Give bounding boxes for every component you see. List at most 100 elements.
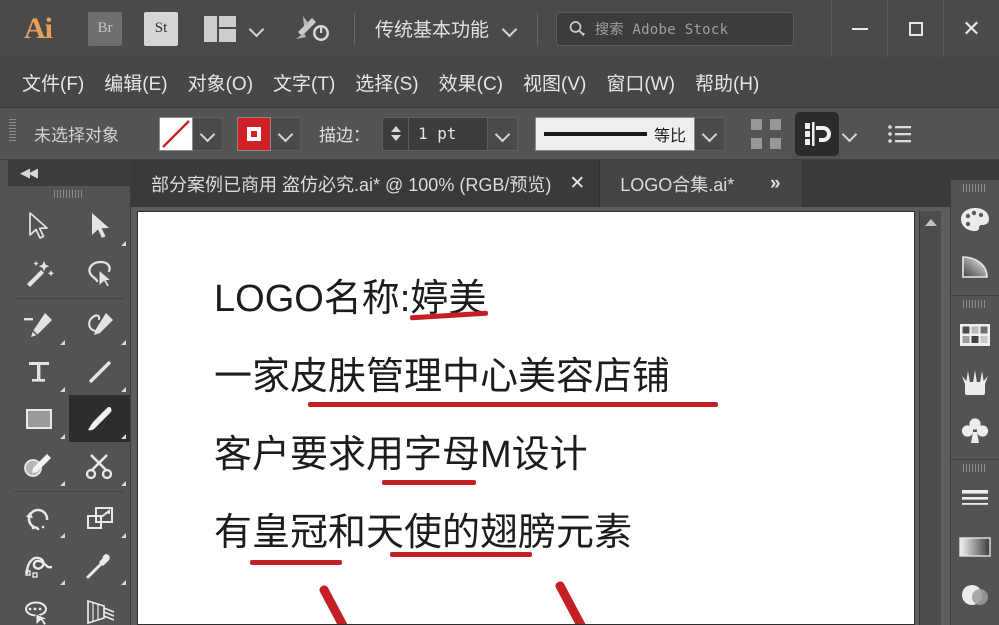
- panel-options-icon[interactable]: [887, 123, 913, 145]
- selection-tool[interactable]: [8, 202, 69, 249]
- stroke-panel-icon[interactable]: [951, 475, 999, 523]
- artboard-text-line-3[interactable]: 客户要求用字母M设计: [214, 423, 588, 478]
- underline-crown[interactable]: [250, 560, 342, 565]
- perspective-grid-tool[interactable]: [69, 588, 130, 625]
- align-to-selection-button[interactable]: [795, 111, 839, 156]
- tab-overflow-button[interactable]: »: [748, 160, 803, 207]
- tools-divider-1: [14, 298, 124, 299]
- document-tab-active[interactable]: 部分案例已商用 盗仿必究.ai* @ 100% (RGB/预览) ✕: [131, 160, 600, 207]
- close-button[interactable]: ✕: [943, 0, 999, 57]
- gradient-panel-icon[interactable]: [951, 243, 999, 291]
- flyout-indicator: [60, 481, 65, 486]
- menu-item-object[interactable]: 对象(O): [178, 69, 263, 96]
- search-input[interactable]: 搜索 Adobe Stock: [595, 19, 728, 39]
- symbols-panel-icon[interactable]: [951, 407, 999, 455]
- stroke-swatch[interactable]: [237, 116, 271, 151]
- brush-dropdown-button[interactable]: [695, 116, 725, 151]
- document-tab-title: 部分案例已商用 盗仿必究.ai* @ 100% (RGB/预览): [151, 174, 552, 195]
- brushes-panel-icon[interactable]: [951, 359, 999, 407]
- fill-dropdown-button[interactable]: [193, 116, 223, 151]
- arrange-chevron-down-icon[interactable]: [246, 18, 268, 40]
- color-panel-icon[interactable]: [951, 195, 999, 243]
- magic-wand-tool[interactable]: [8, 249, 69, 296]
- tools-panel-grip[interactable]: [8, 186, 130, 202]
- artboard[interactable]: LOGO名称:婷美 一家皮肤管理中心美容店铺 客户要求用字母M设计 有皇冠和天使…: [137, 211, 915, 625]
- stroke-weight-stepper[interactable]: [382, 116, 408, 151]
- workspace-selector-label[interactable]: 传统基本功能: [375, 15, 489, 42]
- bridge-icon[interactable]: Br: [88, 11, 122, 46]
- gradient-strip-icon[interactable]: [951, 523, 999, 571]
- arrange-documents-icon[interactable]: [204, 15, 236, 42]
- search-icon: [567, 19, 587, 39]
- right-dock-panel: [950, 180, 999, 625]
- canvas-vertical-scrollbar[interactable]: [919, 211, 941, 625]
- tools-divider-2: [14, 491, 124, 492]
- dock-grip-2[interactable]: [951, 296, 999, 311]
- flyout-indicator: [121, 387, 126, 392]
- close-icon[interactable]: ✕: [569, 172, 585, 195]
- menu-item-file[interactable]: 文件(F): [12, 69, 94, 96]
- underline-letter-m[interactable]: [382, 480, 476, 485]
- swatches-panel-icon[interactable]: [951, 311, 999, 359]
- direct-selection-tool[interactable]: [69, 202, 130, 249]
- title-bar: Ai Br St 传统基本功能 搜索 Adobe Stock ✕: [0, 0, 999, 57]
- line-segment-tool[interactable]: [69, 348, 130, 395]
- pen-tool[interactable]: [8, 301, 69, 348]
- dock-group-color: [951, 180, 999, 296]
- menu-item-edit[interactable]: 编辑(E): [94, 69, 177, 96]
- artboard-text-line-2[interactable]: 一家皮肤管理中心美容店铺: [214, 345, 670, 400]
- menu-item-window[interactable]: 窗口(W): [596, 69, 685, 96]
- shaper-pencil-tool[interactable]: [8, 442, 69, 489]
- free-transform-tool[interactable]: [8, 588, 69, 625]
- type-tool[interactable]: [8, 348, 69, 395]
- transparency-panel-icon[interactable]: [951, 571, 999, 619]
- stroke-dropdown-button[interactable]: [271, 116, 301, 151]
- scissors-tool[interactable]: [69, 442, 130, 489]
- selection-status-label: 未选择对象: [34, 126, 119, 145]
- annotation-stroke-right[interactable]: [554, 580, 600, 624]
- document-canvas[interactable]: LOGO名称:婷美 一家皮肤管理中心美容店铺 客户要求用字母M设计 有皇冠和天使…: [131, 207, 999, 625]
- rocket-power-icon[interactable]: [294, 12, 334, 46]
- menu-item-help[interactable]: 帮助(H): [685, 69, 769, 96]
- dock-grip-3[interactable]: [951, 460, 999, 475]
- fill-swatch[interactable]: [159, 116, 193, 151]
- app-logo-icon: Ai: [24, 11, 53, 45]
- workspace-chevron-down-icon[interactable]: [499, 18, 521, 40]
- right-dock-top-strip: [950, 160, 999, 180]
- artboard-text-line-4[interactable]: 有皇冠和天使的翅膀元素: [214, 501, 632, 556]
- document-tab-logo-collection[interactable]: LOGO合集.ai*: [599, 160, 749, 207]
- annotation-stroke-left[interactable]: [318, 584, 364, 624]
- menu-item-effect[interactable]: 效果(C): [429, 69, 513, 96]
- scroll-up-arrow-icon[interactable]: [924, 219, 937, 226]
- menu-item-view[interactable]: 视图(V): [513, 69, 596, 96]
- stock-search-box[interactable]: 搜索 Adobe Stock: [556, 11, 795, 46]
- document-tab-bar: 部分案例已商用 盗仿必究.ai* @ 100% (RGB/预览) ✕ LOGO合…: [131, 160, 999, 207]
- illustrator-window: Ai Br St 传统基本功能 搜索 Adobe Stock ✕ 文件(F) 编…: [0, 0, 999, 625]
- scale-tool[interactable]: [69, 494, 130, 541]
- underline-angel-wings[interactable]: [390, 552, 532, 557]
- stroke-weight-input[interactable]: 1 pt: [408, 116, 488, 151]
- dock-grip-1[interactable]: [951, 180, 999, 195]
- brush-definition-select[interactable]: 等比: [535, 116, 695, 151]
- align-chevron-down-icon[interactable]: [839, 123, 861, 145]
- control-bar-grip[interactable]: [9, 118, 17, 149]
- menu-item-type[interactable]: 文字(T): [263, 69, 345, 96]
- align-grid-icon[interactable]: [751, 118, 781, 149]
- stock-icon[interactable]: St: [144, 11, 178, 46]
- underline-skin-care-shop[interactable]: [308, 402, 718, 407]
- rotate-tool[interactable]: [8, 494, 69, 541]
- width-warp-tool[interactable]: [8, 541, 69, 588]
- toolpanel-collapse-button[interactable]: ◀◀: [8, 160, 131, 186]
- tools-group-transform: [8, 494, 130, 625]
- stroke-weight-dropdown-button[interactable]: [488, 116, 518, 151]
- stroke-swatch-group: [237, 116, 301, 151]
- menu-item-select[interactable]: 选择(S): [345, 69, 428, 96]
- curvature-tool[interactable]: [69, 301, 130, 348]
- lasso-tool[interactable]: [69, 249, 130, 296]
- rectangle-tool[interactable]: [8, 395, 69, 442]
- paintbrush-tool[interactable]: [69, 395, 130, 442]
- minimize-button[interactable]: [831, 0, 887, 57]
- puppet-warp-tool[interactable]: [69, 541, 130, 588]
- flyout-indicator: [60, 580, 65, 585]
- maximize-button[interactable]: [887, 0, 943, 57]
